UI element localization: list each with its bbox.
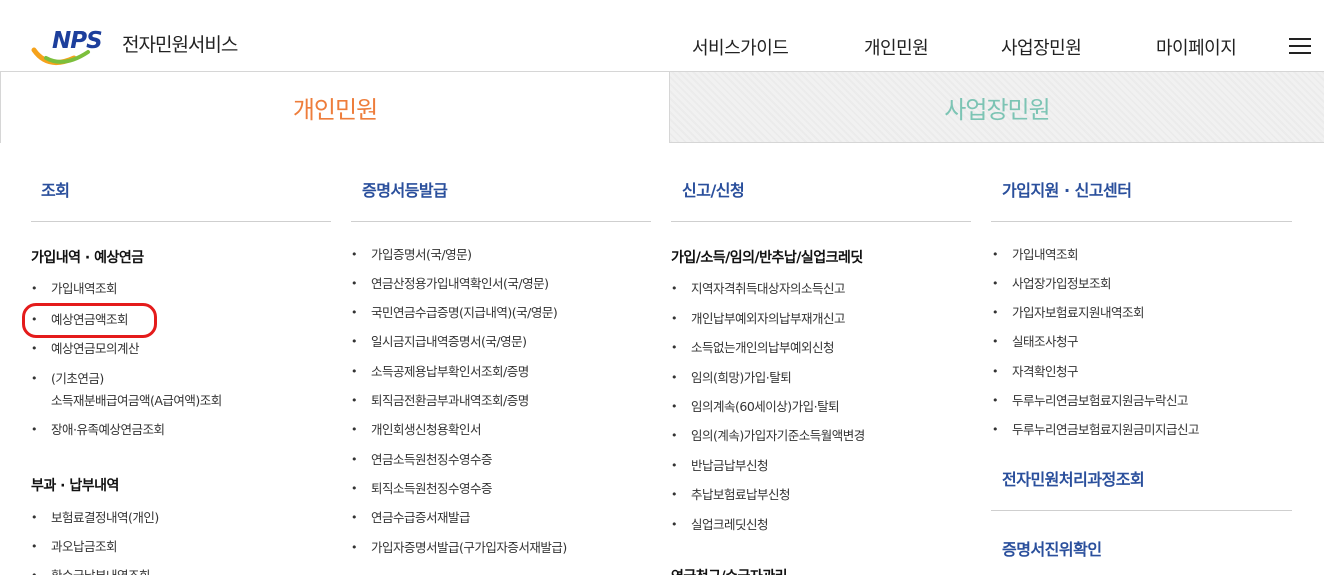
link-cert-2[interactable]: 국민연금수급증명(지급내역)(국/영문) bbox=[351, 302, 558, 324]
group-pension-claim: 연금청구/수급자관리 bbox=[671, 566, 788, 575]
link-report-8[interactable]: 실업크레딧신청 bbox=[671, 514, 769, 536]
nav-personal[interactable]: 개인민원 bbox=[864, 34, 929, 60]
link-report-7[interactable]: 추납보험료납부신청 bbox=[671, 484, 791, 506]
link-cert-6[interactable]: 개인회생신청용확인서 bbox=[351, 419, 482, 441]
link-report-3[interactable]: 임의(희망)가입·탈퇴 bbox=[671, 367, 792, 389]
nav-mypage[interactable]: 마이페이지 bbox=[1156, 34, 1237, 60]
logo-mark: NPS bbox=[52, 28, 103, 54]
link-support-6[interactable]: 두루누리연금보험료지원금미지급신고 bbox=[992, 419, 1200, 441]
link-disability-survivor[interactable]: 장애·유족예상연금조회 bbox=[31, 419, 165, 441]
link-cert-9[interactable]: 연금수급증서재발급 bbox=[351, 507, 471, 529]
link-report-4[interactable]: 임의계속(60세이상)가입·탈퇴 bbox=[671, 396, 840, 418]
link-cert-1[interactable]: 연금산정용가입내역확인서(국/영문) bbox=[351, 273, 549, 295]
link-support-5[interactable]: 두루누리연금보험료지원금누락신고 bbox=[992, 390, 1189, 412]
link-pension-simulation[interactable]: 예상연금모의계산 bbox=[31, 338, 140, 360]
link-support-3[interactable]: 실태조사청구 bbox=[992, 331, 1079, 353]
divider bbox=[31, 221, 331, 222]
col-certificate-title[interactable]: 증명서등발급 bbox=[362, 177, 448, 201]
site-title: 전자민원서비스 bbox=[122, 34, 238, 56]
site-header: NPS 전자민원서비스 서비스가이드 개인민원 사업장민원 마이페이지 bbox=[0, 0, 1324, 72]
link-cert-0[interactable]: 가입증명서(국/영문) bbox=[351, 244, 472, 266]
group-subscription-income: 가입/소득/임의/반추납/실업크레딧 bbox=[671, 250, 863, 266]
divider bbox=[991, 221, 1292, 222]
tab-personal[interactable]: 개인민원 bbox=[0, 72, 669, 143]
link-cert-verify[interactable]: 증명서진위확인 bbox=[1002, 536, 1102, 560]
link-support-1[interactable]: 사업장가입정보조회 bbox=[992, 273, 1112, 295]
link-cert-10[interactable]: 가입자증명서발급(구가입자증서재발급) bbox=[351, 537, 567, 559]
link-support-4[interactable]: 자격확인청구 bbox=[992, 361, 1079, 383]
link-subscription-history[interactable]: 가입내역조회 bbox=[31, 278, 118, 300]
tab-business[interactable]: 사업장민원 bbox=[669, 72, 1324, 143]
link-report-5[interactable]: 임의(계속)가입자기준소득월액변경 bbox=[671, 425, 865, 447]
link-support-2[interactable]: 가입자보험료지원내역조회 bbox=[992, 302, 1145, 324]
link-process-status[interactable]: 전자민원처리과정조회 bbox=[1002, 466, 1145, 490]
link-report-2[interactable]: 소득없는개인의납부예외신청 bbox=[671, 337, 835, 359]
basic-pension-line1: (기초연금) bbox=[51, 371, 104, 386]
divider bbox=[991, 510, 1292, 511]
tab-business-label: 사업장민원 bbox=[944, 95, 1050, 124]
site-logo[interactable]: NPS 전자민원서비스 bbox=[30, 24, 270, 72]
link-cert-7[interactable]: 연금소득원천징수영수증 bbox=[351, 449, 493, 471]
link-cert-4[interactable]: 소득공제용납부확인서조회/증명 bbox=[351, 361, 529, 383]
divider bbox=[671, 221, 971, 222]
link-overpayment[interactable]: 과오납금조회 bbox=[31, 536, 118, 558]
group-subscription: 가입내역 · 예상연금 bbox=[31, 250, 144, 266]
link-report-1[interactable]: 개인납부예외자의납부재개신고 bbox=[671, 308, 846, 330]
col-inquiry-title[interactable]: 조회 bbox=[41, 177, 70, 201]
link-cert-8[interactable]: 퇴직소득원천징수영수증 bbox=[351, 478, 493, 500]
col-report-title[interactable]: 신고/신청 bbox=[682, 177, 745, 201]
link-refund-payment[interactable]: 환수금납부내역조회 bbox=[31, 565, 151, 575]
link-support-0[interactable]: 가입내역조회 bbox=[992, 244, 1079, 266]
link-basic-pension-a[interactable]: (기초연금) 소득재분배급여금액(A급여액)조회 bbox=[31, 368, 222, 412]
link-report-0[interactable]: 지역자격취득대상자의소득신고 bbox=[671, 278, 846, 300]
col-support-title[interactable]: 가입지원 · 신고센터 bbox=[1002, 177, 1132, 201]
link-cert-3[interactable]: 일시금지급내역증명서(국/영문) bbox=[351, 331, 527, 353]
hamburger-icon[interactable] bbox=[1289, 38, 1311, 54]
link-cert-5[interactable]: 퇴직금전환금부과내역조회/증명 bbox=[351, 390, 529, 412]
link-expected-pension[interactable]: 예상연금액조회 bbox=[31, 309, 129, 331]
divider bbox=[351, 221, 651, 222]
tab-personal-label: 개인민원 bbox=[292, 96, 378, 124]
group-levy-payment: 부과 · 납부내역 bbox=[31, 478, 119, 494]
basic-pension-line2: 소득재분배급여금액(A급여액)조회 bbox=[51, 393, 222, 408]
nav-business[interactable]: 사업장민원 bbox=[1001, 34, 1082, 60]
link-report-6[interactable]: 반납금납부신청 bbox=[671, 455, 769, 477]
link-premium-decision[interactable]: 보험료결정내역(개인) bbox=[31, 507, 159, 529]
nav-service-guide[interactable]: 서비스가이드 bbox=[692, 34, 789, 60]
